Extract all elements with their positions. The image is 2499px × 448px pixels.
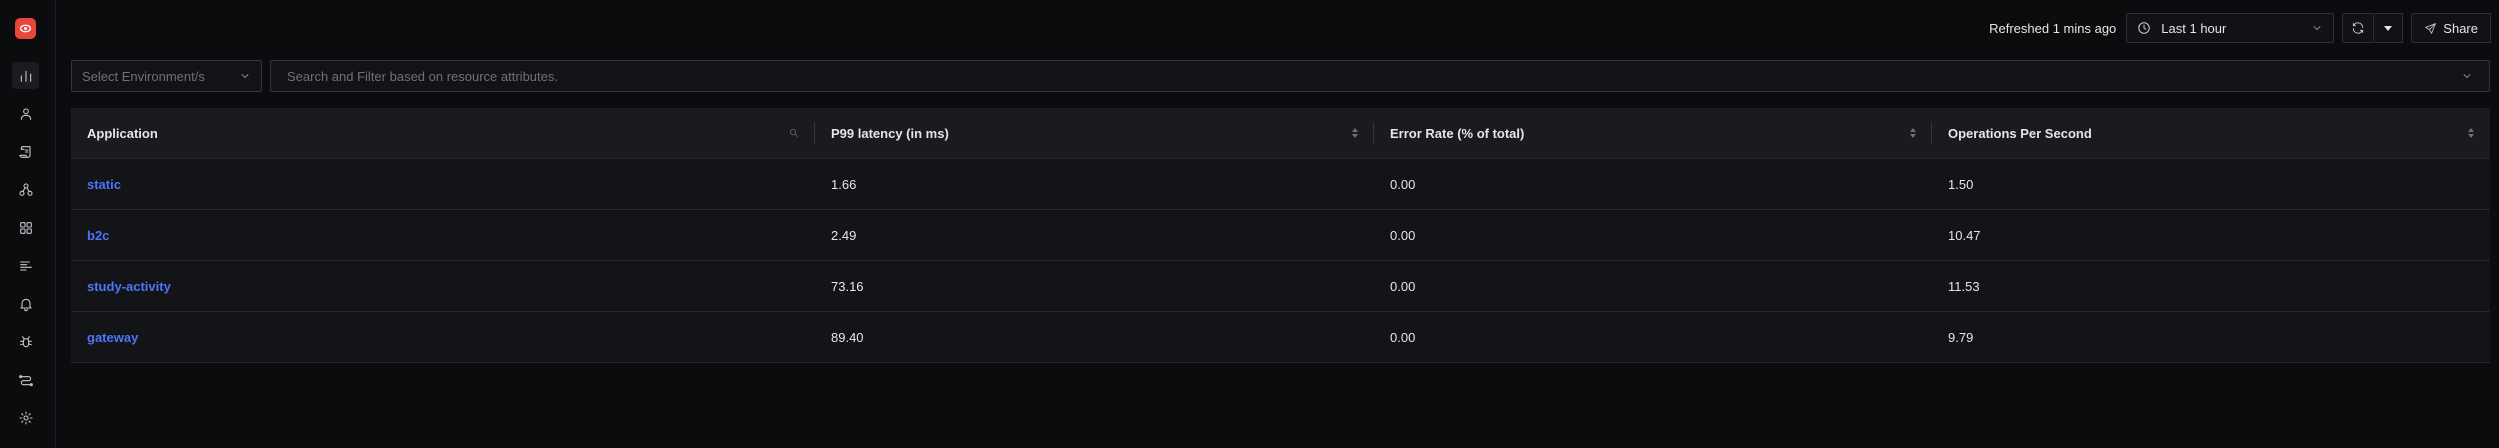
p99-latency-value: 73.16 xyxy=(831,278,864,294)
error-rate-value: 0.00 xyxy=(1390,329,1416,345)
topbar: Refreshed 1 mins ago Last 1 hour Share xyxy=(1989,13,2499,43)
column-header-error-rate: Error Rate (% of total) xyxy=(1374,108,1932,158)
chevron-down-icon xyxy=(2313,26,2321,30)
search-placeholder: Search and Filter based on resource attr… xyxy=(287,68,558,84)
service-map-icon[interactable] xyxy=(12,176,39,203)
application-link[interactable]: static xyxy=(71,159,815,209)
sidebar xyxy=(0,0,56,448)
table-row[interactable]: gateway 89.40 0.00 9.79 xyxy=(71,312,2490,363)
pipelines-icon[interactable] xyxy=(12,366,39,393)
clock-icon xyxy=(2138,22,2151,34)
user-icon[interactable] xyxy=(12,100,39,127)
ops-value: 1.50 xyxy=(1948,176,1974,192)
ops-value: 11.53 xyxy=(1948,278,1980,294)
p99-latency-value: 1.66 xyxy=(831,176,857,192)
dashboard-grid-icon[interactable] xyxy=(12,214,39,241)
application-link[interactable]: b2c xyxy=(71,210,815,260)
chevron-down-icon[interactable] xyxy=(2461,70,2473,82)
application-link[interactable]: gateway xyxy=(71,312,815,362)
ops-value: 10.47 xyxy=(1948,227,1981,243)
error-rate-value: 0.00 xyxy=(1390,176,1416,192)
bug-icon[interactable] xyxy=(12,328,39,355)
logo-icon[interactable] xyxy=(15,18,36,39)
time-range-select[interactable]: Last 1 hour xyxy=(2126,13,2335,43)
table-row[interactable]: study-activity 73.16 0.00 11.53 xyxy=(71,261,2490,312)
p99-latency-value: 89.40 xyxy=(831,329,864,345)
logs-lines-icon[interactable] xyxy=(12,252,39,279)
share-button[interactable]: Share xyxy=(2411,13,2491,43)
sort-icon[interactable] xyxy=(2468,128,2474,138)
refreshed-status: Refreshed 1 mins ago xyxy=(1989,20,2117,36)
column-search-icon[interactable] xyxy=(789,128,799,138)
p99-latency-value: 2.49 xyxy=(831,227,857,243)
table-row[interactable]: b2c 2.49 0.00 10.47 xyxy=(71,210,2490,261)
column-header-p99-latency: P99 latency (in ms) xyxy=(815,108,1374,158)
application-link[interactable]: study-activity xyxy=(71,261,815,311)
caret-down-icon xyxy=(2384,26,2393,31)
refresh-interval-dropdown[interactable] xyxy=(2373,13,2404,43)
send-icon xyxy=(2425,22,2437,34)
gear-icon[interactable] xyxy=(12,404,39,431)
alert-bell-icon[interactable] xyxy=(12,290,39,317)
applications-table: Application P99 latency (in ms) Error Ra… xyxy=(71,108,2490,363)
chevron-down-icon xyxy=(241,74,249,78)
ops-value: 9.79 xyxy=(1948,329,1974,345)
sort-icon[interactable] xyxy=(1352,128,1358,138)
table-row[interactable]: static 1.66 0.00 1.50 xyxy=(71,159,2490,210)
time-range-value: Last 1 hour xyxy=(2161,20,2227,36)
share-label: Share xyxy=(2443,20,2478,36)
resource-attribute-search-input[interactable]: Search and Filter based on resource attr… xyxy=(270,60,2490,92)
table-header: Application P99 latency (in ms) Error Ra… xyxy=(71,108,2490,159)
column-header-application: Application xyxy=(71,108,815,158)
bar-chart-icon[interactable] xyxy=(12,62,39,89)
error-rate-value: 0.00 xyxy=(1390,278,1416,294)
refresh-button[interactable] xyxy=(2342,13,2374,43)
refresh-icon xyxy=(2353,22,2364,34)
column-header-ops-per-second: Operations Per Second xyxy=(1932,108,2490,158)
sort-icon[interactable] xyxy=(1910,128,1916,138)
error-rate-value: 0.00 xyxy=(1390,227,1416,243)
environment-placeholder: Select Environment/s xyxy=(82,68,205,84)
environment-select[interactable]: Select Environment/s xyxy=(71,60,262,92)
scroll-icon[interactable] xyxy=(12,138,39,165)
